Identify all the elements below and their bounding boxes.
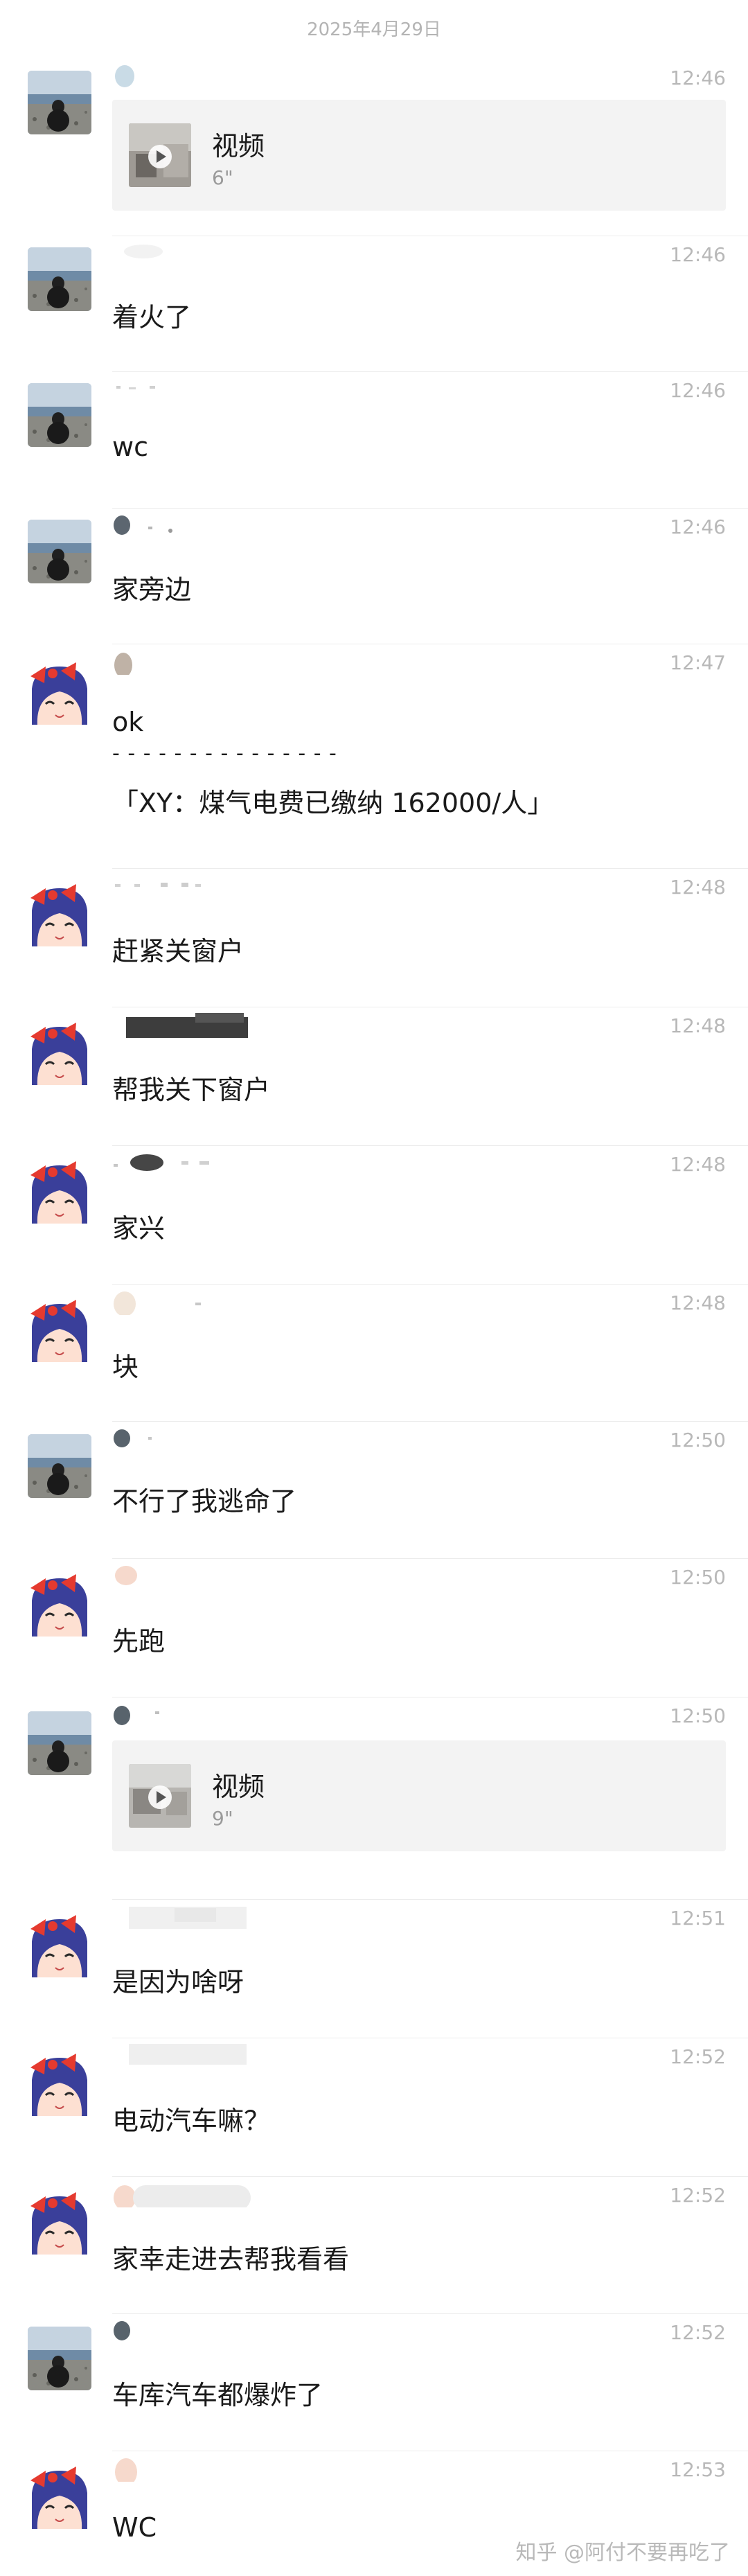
chat-list: 12:46 视频 6" 12:46 着火了 12:46 wc 12:46 家旁边… [0,60,748,2576]
avatar[interactable] [28,2191,91,2255]
avatar[interactable] [28,1021,91,1085]
avatar[interactable] [28,1914,91,1977]
message-item: 12:52 家幸走进去帮我看看 [0,2177,748,2314]
video-card[interactable]: 视频 6" [112,100,726,211]
sender-name-blurred [124,245,163,258]
avatar[interactable] [28,520,91,583]
message-text: 家旁边 [112,574,192,605]
sender-name-blurred [114,1429,152,1447]
message-time: 12:51 [670,1907,726,1930]
message-text: 车库汽车都爆炸了 [112,2380,323,2410]
sender-name-blurred [115,2458,137,2482]
message-text: 家幸走进去帮我看看 [112,2244,350,2275]
message-item: 12:52 电动汽车嘛？ [0,2038,748,2177]
sender-name-blurred [115,65,134,87]
avatar[interactable] [28,2327,91,2390]
message-item: 12:51 是因为啥呀 [0,1900,748,2038]
date-header: 2025年4月29日 [307,19,441,40]
avatar[interactable] [28,1711,91,1775]
message-item: 12:48 家兴 [0,1146,748,1285]
sender-name-blurred [114,1706,159,1725]
avatar[interactable] [28,1160,91,1224]
message-time: 12:50 [670,1566,726,1589]
avatar[interactable] [28,1298,91,1362]
message-text: 先跑 [112,1626,166,1657]
message-text: 帮我关下窗户 [112,1075,271,1105]
message-text: ok [112,707,144,737]
sender-name-blurred [114,515,172,535]
avatar[interactable] [28,1434,91,1498]
message-text: WC [112,2512,157,2543]
message-item: 12:48 赶紧关窗户 [0,869,748,1007]
message-text: 家兴 [112,1213,166,1244]
message-time: 12:48 [670,1291,726,1314]
sender-name-blurred [115,883,201,887]
beach-avatar-image [28,71,91,134]
message-time: 12:48 [670,1153,726,1176]
sender-name-blurred [114,2185,251,2207]
message-item: 12:50 不行了我逃命了 [0,1422,748,1559]
message-text: 赶紧关窗户 [112,936,244,967]
message-time: 12:53 [670,2458,726,2481]
message-item: 12:47 ok - - - - - - - - - - - - - - - 「… [0,644,748,869]
message-time: 12:48 [670,1014,726,1037]
message-item: 12:48 块 [0,1285,748,1422]
sender-name-blurred [114,1291,201,1315]
message-text: wc [112,432,148,462]
video-title: 视频 [212,131,265,161]
video-duration: 6" [212,166,233,189]
avatar[interactable] [28,383,91,447]
video-thumbnail[interactable] [129,1764,191,1828]
message-item: 12:46 视频 6" [0,60,748,236]
avatar[interactable] [28,661,91,725]
quoted-message: 「XY：煤气电费已缴纳 162000/人」 [112,788,554,818]
message-item: 12:46 着火了 [0,236,748,372]
sender-name-blurred [114,653,132,675]
message-time: 12:46 [670,515,726,538]
sender-name-blurred [114,2321,130,2340]
sender-name-blurred [114,1154,209,1171]
message-time: 12:50 [670,1429,726,1452]
avatar[interactable] [28,883,91,946]
message-item: 12:52 车库汽车都爆炸了 [0,2314,748,2451]
sender-name-blurred [126,1013,248,1038]
message-time: 12:50 [670,1704,726,1727]
sender-name-blurred [129,2044,247,2065]
avatar[interactable] [28,2052,91,2116]
sender-name-blurred [116,386,155,389]
sender-name-blurred [115,1566,137,1585]
message-time: 12:48 [670,876,726,899]
message-time: 12:46 [670,379,726,402]
message-item: 12:48 帮我关下窗户 [0,1007,748,1146]
message-time: 12:46 [670,67,726,89]
message-text: 不行了我逃命了 [112,1486,297,1517]
message-time: 12:46 [670,243,726,266]
message-text: 着火了 [112,302,192,333]
message-item: 12:50 先跑 [0,1559,748,1697]
message-item: 12:46 wc [0,372,748,509]
message-time: 12:52 [670,2321,726,2344]
sender-name-blurred [129,1907,247,1929]
video-card[interactable]: 视频 9" [112,1740,726,1851]
video-duration: 9" [212,1807,233,1830]
message-text: 是因为啥呀 [112,1967,244,1997]
video-title: 视频 [212,1772,265,1802]
avatar[interactable] [28,2465,91,2529]
zhihu-watermark: 知乎 @阿付不要再吃了 [515,2541,730,2565]
message-time: 12:47 [670,651,726,674]
message-item: 12:50 视频 9" [0,1697,748,1900]
avatar[interactable] [28,1573,91,1637]
message-time: 12:52 [670,2184,726,2207]
message-text: 电动汽车嘛？ [112,2106,271,2136]
message-text: 块 [112,1352,139,1382]
video-thumbnail[interactable] [129,123,191,187]
message-item: 12:46 家旁边 [0,509,748,644]
quote-divider: - - - - - - - - - - - - - - - [112,741,337,766]
avatar[interactable] [28,247,91,311]
avatar[interactable] [28,71,91,134]
message-time: 12:52 [670,2045,726,2068]
